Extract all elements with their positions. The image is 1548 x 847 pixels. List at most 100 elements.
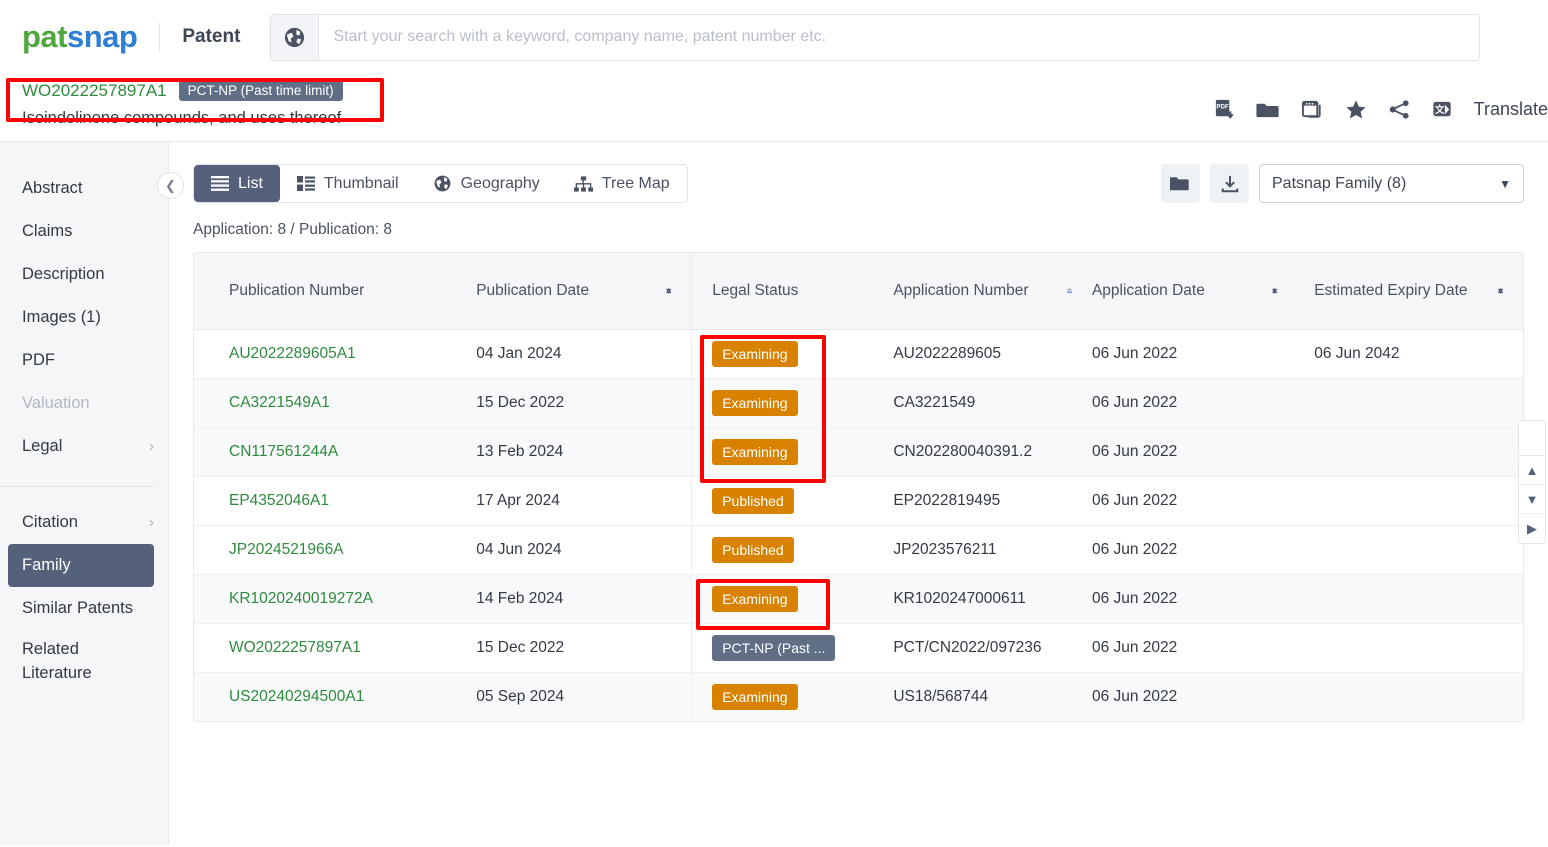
cell-publication-number[interactable]: US20240294500A1 <box>194 672 477 721</box>
cell-publication-date: 04 Jun 2024 <box>476 525 692 575</box>
sidebar-item-family[interactable]: Family <box>8 544 154 587</box>
translate-label[interactable]: Translate <box>1474 99 1548 120</box>
cell-publication-number[interactable]: CA3221549A1 <box>194 378 477 428</box>
cell-legal-status: Examining <box>691 427 872 477</box>
sidebar-item-legal[interactable]: Legal › <box>0 425 168 468</box>
compare-window-icon[interactable] <box>1301 98 1324 121</box>
table-header-row: Publication Number Publication Date ▲ ▼ L… <box>194 253 1523 330</box>
cell-publication-number[interactable]: EP4352046A1 <box>194 476 477 526</box>
search-bar[interactable] <box>270 13 1481 61</box>
cell-publication-date: 13 Feb 2024 <box>476 427 692 477</box>
table-row[interactable]: EP4352046A1 17 Apr 2024 Published EP2022… <box>194 476 1523 526</box>
cell-legal-status: Examining <box>691 672 872 721</box>
cell-estimated-expiry-date <box>1297 672 1523 721</box>
table-row[interactable]: WO2022257897A1 15 Dec 2022 PCT-NP (Past … <box>194 623 1523 673</box>
share-icon[interactable] <box>1388 98 1411 121</box>
folder-icon[interactable] <box>1256 98 1281 121</box>
cell-publication-number[interactable]: WO2022257897A1 <box>194 623 477 673</box>
search-input[interactable] <box>319 14 1480 60</box>
table-row[interactable]: AU2022289605A1 04 Jan 2024 Examining AU2… <box>194 329 1523 379</box>
cell-publication-number[interactable]: AU2022289605A1 <box>194 329 477 379</box>
chevron-right-icon: › <box>149 514 154 531</box>
status-badge: Published <box>712 487 794 514</box>
folder-button[interactable] <box>1161 164 1200 203</box>
column-header-legal-status[interactable]: Legal Status <box>691 253 872 330</box>
sidebar-item-label-line2: Literature <box>22 663 92 682</box>
column-header-application-date[interactable]: Application Date ▲ ▼ <box>1091 253 1298 330</box>
family-select[interactable]: Patsnap Family (8) ▼ <box>1259 164 1524 203</box>
cell-publication-date: 17 Apr 2024 <box>476 476 692 526</box>
cell-publication-number[interactable]: KR1020240019272A <box>194 574 477 624</box>
column-header-estimated-expiry-date[interactable]: Estimated Expiry Date ▲ ▼ <box>1297 253 1523 330</box>
logo-pat-text: pat <box>22 19 68 54</box>
sort-toggle-icon[interactable]: ▲ ▼ <box>1496 286 1505 296</box>
thumbnail-icon <box>296 176 315 191</box>
table-row[interactable]: CN117561244A 13 Feb 2024 Examining CN202… <box>194 427 1523 477</box>
tab-tree-map[interactable]: Tree Map <box>557 165 687 202</box>
sidebar-item-citation[interactable]: Citation › <box>0 501 168 544</box>
cell-publication-date: 15 Dec 2022 <box>476 623 692 673</box>
cell-legal-status: Examining <box>691 329 872 379</box>
sort-toggle-icon[interactable]: ▲ ▼ <box>664 286 673 296</box>
play-right-icon[interactable]: ▶ <box>1519 514 1545 543</box>
sidebar-item-label: Description <box>22 265 105 283</box>
download-button[interactable] <box>1210 164 1249 203</box>
cell-application-date: 06 Jun 2022 <box>1091 378 1298 428</box>
pdf-download-icon[interactable]: PDF <box>1213 98 1236 121</box>
table-body: AU2022289605A1 04 Jan 2024 Examining AU2… <box>194 329 1523 721</box>
column-header-application-number[interactable]: Application Number ▲ ▼ <box>871 253 1092 330</box>
patsnap-logo[interactable]: patsnap <box>22 19 138 55</box>
cell-publication-number[interactable]: JP2024521966A <box>194 525 477 575</box>
table-row[interactable]: US20240294500A1 05 Sep 2024 Examining US… <box>194 672 1523 721</box>
sidebar-item-claims[interactable]: Claims <box>0 210 168 253</box>
header-tools: PDF 文 Translate <box>1213 98 1548 121</box>
cell-estimated-expiry-date <box>1297 525 1523 575</box>
sidebar-item-images[interactable]: Images (1) <box>0 296 168 339</box>
sidebar-item-label: Images (1) <box>22 308 101 326</box>
result-count: Application: 8 / Publication: 8 <box>193 221 393 238</box>
table-row[interactable]: CA3221549A1 15 Dec 2022 Examining CA3221… <box>194 378 1523 428</box>
table-row[interactable]: JP2024521966A 04 Jun 2024 Published JP20… <box>194 525 1523 575</box>
sidebar-item-related-literature[interactable]: Related Literature <box>0 630 168 702</box>
cell-application-date: 06 Jun 2022 <box>1091 525 1298 575</box>
status-badge: Published <box>712 536 794 563</box>
cell-estimated-expiry-date <box>1297 574 1523 624</box>
sidebar-item-label: Abstract <box>22 179 83 197</box>
patent-header: WO2022257897A1 PCT-NP (Past time limit) … <box>0 74 1548 142</box>
status-badge: Examining <box>712 683 798 710</box>
cell-publication-number[interactable]: CN117561244A <box>194 427 477 477</box>
sidebar-item-label-line1: Related <box>22 640 79 658</box>
column-header-publication-number[interactable]: Publication Number <box>194 253 477 330</box>
tab-list[interactable]: List <box>194 165 280 202</box>
sidebar-item-label: Legal <box>22 437 63 455</box>
sort-toggle-icon[interactable]: ▲ ▼ <box>1270 286 1279 296</box>
cell-estimated-expiry-date <box>1297 623 1523 673</box>
cell-legal-status: Examining <box>691 378 872 428</box>
tab-thumbnail[interactable]: Thumbnail <box>280 165 416 202</box>
translate-icon[interactable]: 文 <box>1431 98 1454 121</box>
tree-map-icon <box>573 175 593 192</box>
patent-publication-number[interactable]: WO2022257897A1 <box>22 81 167 101</box>
sidebar-item-abstract[interactable]: Abstract <box>0 167 168 210</box>
cell-application-number: KR1020247000611 <box>871 574 1092 624</box>
tab-geography[interactable]: Geography <box>416 165 557 202</box>
sidebar-item-pdf[interactable]: PDF <box>0 339 168 382</box>
sidebar-collapse-button[interactable]: ❮ <box>157 172 184 199</box>
cell-publication-date: 05 Sep 2024 <box>476 672 692 721</box>
sort-toggle-icon[interactable]: ▲ ▼ <box>1065 286 1074 296</box>
cell-application-date: 06 Jun 2022 <box>1091 329 1298 379</box>
globe-icon[interactable] <box>271 14 320 60</box>
sidebar-item-label: Citation <box>22 513 78 531</box>
sidebar-item-similar-patents[interactable]: Similar Patents <box>0 587 168 630</box>
star-icon[interactable] <box>1344 98 1368 121</box>
table-row[interactable]: KR1020240019272A 14 Feb 2024 Examining K… <box>194 574 1523 624</box>
column-header-publication-date[interactable]: Publication Date ▲ ▼ <box>476 253 692 330</box>
sidebar-item-label: Similar Patents <box>22 599 133 617</box>
cell-application-date: 06 Jun 2022 <box>1091 623 1298 673</box>
chevron-down-icon[interactable]: ▼ <box>1519 485 1545 514</box>
chevron-left-icon: ❮ <box>165 177 176 193</box>
sidebar-item-description[interactable]: Description <box>0 253 168 296</box>
status-badge: Examining <box>712 438 798 465</box>
tab-label: Geography <box>460 174 540 192</box>
chevron-up-icon[interactable]: ▲ <box>1519 456 1545 485</box>
